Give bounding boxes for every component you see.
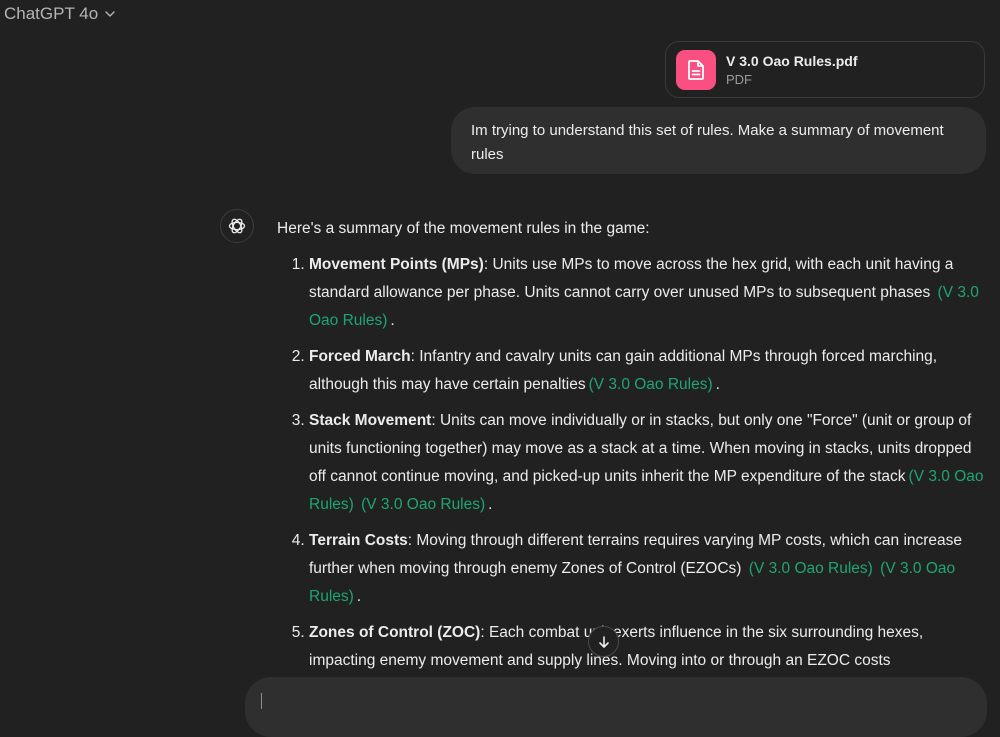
arrow-down-icon [598, 635, 609, 648]
rule-term: Movement Points (MPs) [309, 256, 484, 273]
assistant-message: Here's a summary of the movement rules i… [277, 215, 992, 683]
citation-link[interactable]: (V 3.0 Oao Rules) [589, 376, 713, 393]
movement-rules-list: Movement Points (MPs): Units use MPs to … [277, 251, 992, 675]
list-item: Zones of Control (ZOC): Each combat unit… [309, 619, 992, 675]
list-item: Stack Movement: Units can move individua… [309, 407, 992, 519]
rule-term: Forced March [309, 348, 411, 365]
citation-link[interactable]: (V 3.0 Oao Rules) [361, 496, 485, 513]
attachment-card[interactable]: V 3.0 Oao Rules.pdf PDF [665, 41, 985, 98]
document-icon [676, 49, 716, 90]
user-message: Im trying to understand this set of rule… [451, 107, 986, 174]
attachment-file-type: PDF [726, 71, 752, 87]
text-caret [261, 693, 262, 709]
period: . [390, 312, 395, 329]
model-name: ChatGPT 4o [4, 4, 99, 23]
model-switcher[interactable]: ChatGPT 4o [4, 3, 116, 25]
rule-term: Terrain Costs [309, 532, 408, 549]
list-item: Forced March: Infantry and cavalry units… [309, 343, 992, 399]
chevron-down-icon [105, 11, 115, 17]
rule-term: Zones of Control (ZOC) [309, 624, 481, 641]
list-item: Movement Points (MPs): Units use MPs to … [309, 251, 992, 335]
user-message-text: Im trying to understand this set of rule… [471, 122, 944, 163]
scroll-to-bottom-button[interactable] [588, 626, 619, 657]
list-item: Terrain Costs: Moving through different … [309, 527, 992, 611]
message-composer[interactable] [245, 677, 987, 737]
period: . [488, 496, 493, 513]
citation-link[interactable]: (V 3.0 Oao Rules) [749, 560, 873, 577]
attachment-file-name: V 3.0 Oao Rules.pdf [726, 52, 858, 69]
openai-logo-icon [220, 209, 254, 243]
period: . [715, 376, 720, 393]
assistant-intro: Here's a summary of the movement rules i… [277, 220, 650, 237]
period: . [356, 588, 362, 605]
rule-term: Stack Movement [309, 412, 432, 429]
